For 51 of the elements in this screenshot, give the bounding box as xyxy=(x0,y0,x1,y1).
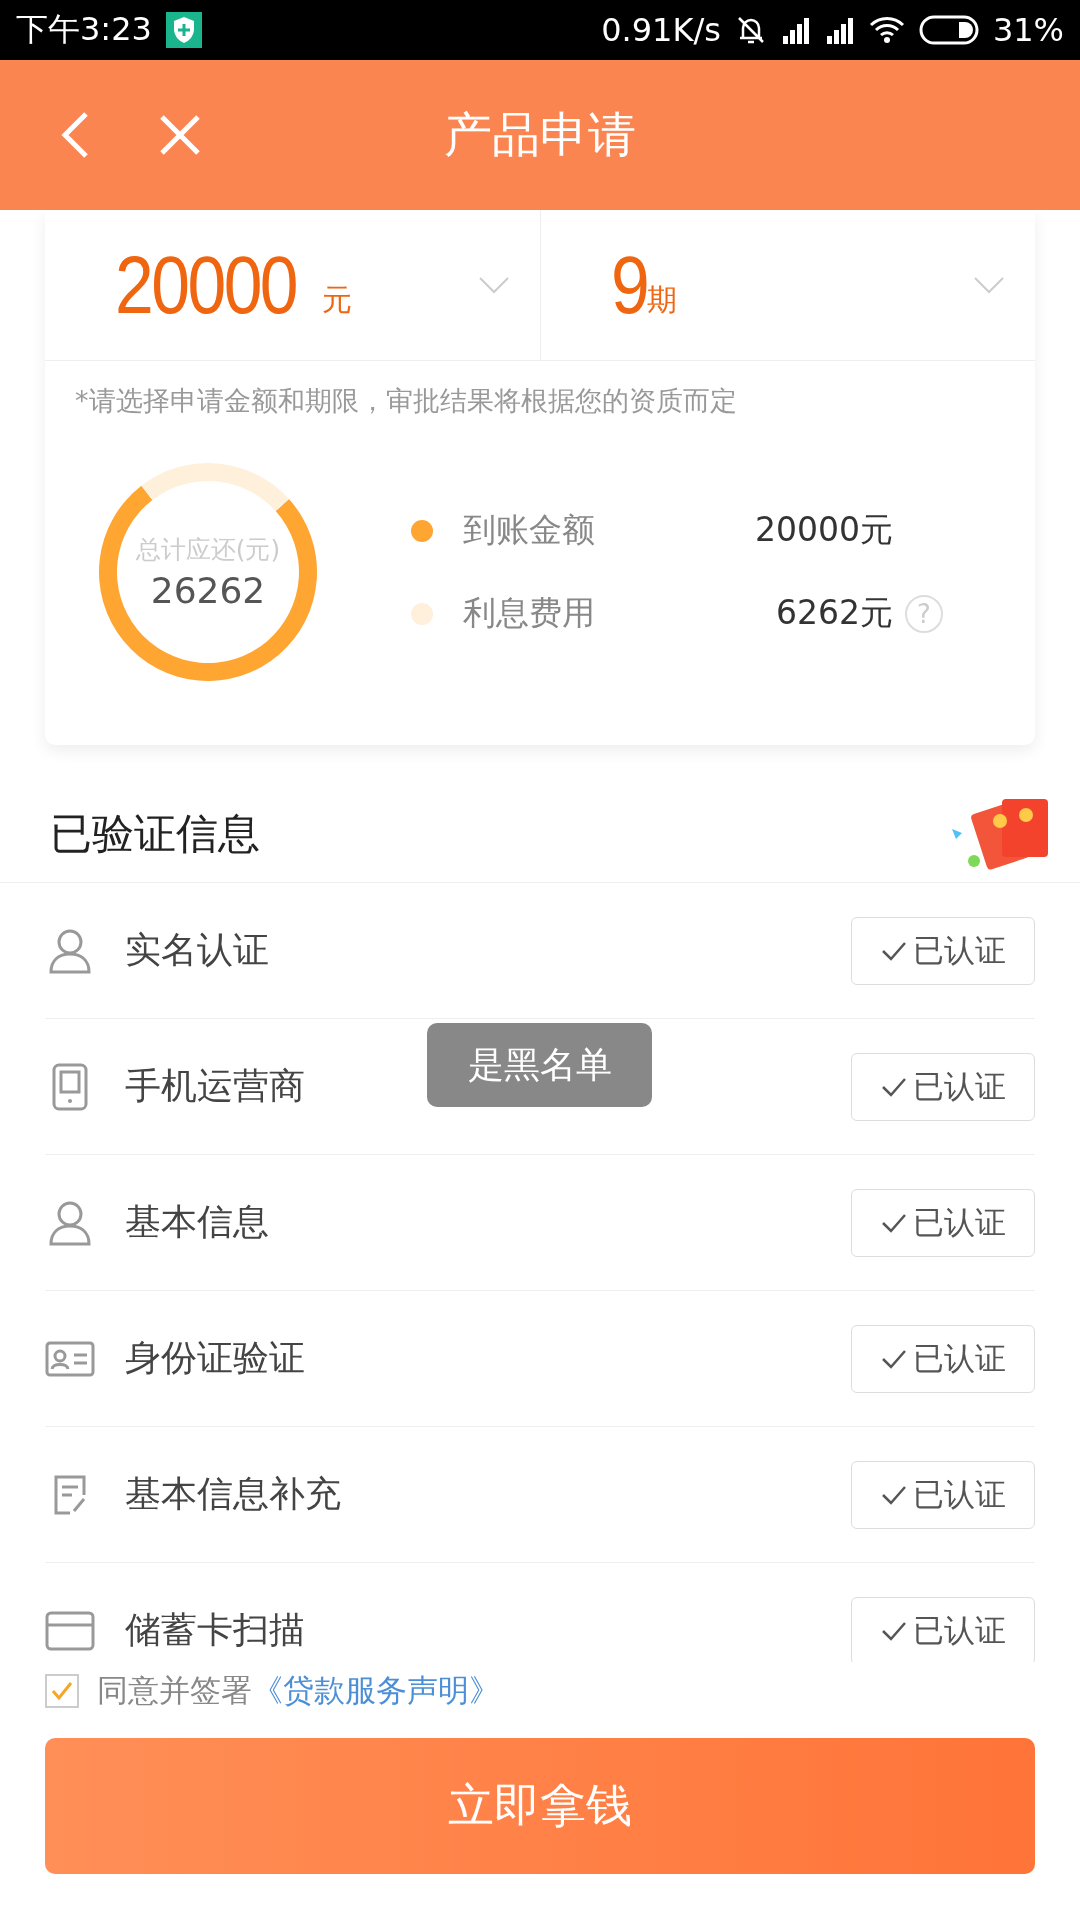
status-time: 下午3:23 xyxy=(16,9,152,50)
hint-text: *请选择申请金额和期限，审批结果将根据您的资质而定 xyxy=(74,384,738,418)
phone-icon xyxy=(52,1062,88,1111)
signal-icon xyxy=(780,16,811,44)
unit-label: 期 xyxy=(647,281,678,319)
check-icon xyxy=(880,1348,907,1369)
dropdown-caret-icon xyxy=(973,276,1005,294)
check-icon xyxy=(880,1212,907,1233)
selected-value: 9 xyxy=(610,238,647,332)
selected-value: 20000 xyxy=(115,238,297,332)
signal-icon xyxy=(824,16,855,44)
verification-label: 手机运营商 xyxy=(125,1064,305,1108)
back-icon xyxy=(60,110,90,160)
check-icon xyxy=(880,1076,907,1097)
close-icon xyxy=(158,113,202,157)
person-icon xyxy=(48,927,92,974)
verified-badge[interactable]: 已认证 xyxy=(851,1324,1035,1393)
verified-badge[interactable]: 已认证 xyxy=(851,916,1035,985)
shield-icon xyxy=(165,12,202,48)
page-title: 产品申请 xyxy=(443,105,637,164)
legend-label: 利息费用 xyxy=(463,592,596,634)
agree-checkbox[interactable] xyxy=(45,1674,79,1708)
check-icon xyxy=(51,1681,73,1701)
network-speed: 0.91K/s xyxy=(601,11,721,49)
verification-label: 储蓄卡扫描 xyxy=(125,1608,305,1652)
card-icon xyxy=(45,1610,95,1651)
agreement-text: 同意并签署 xyxy=(97,1671,252,1710)
legend-amount: 6262元 xyxy=(775,592,893,634)
dropdown-caret-icon xyxy=(477,276,510,294)
section-title: 已验证信息 xyxy=(50,807,260,860)
battery-percent: 31% xyxy=(992,11,1064,49)
wifi-icon xyxy=(868,16,905,44)
verification-label: 实名认证 xyxy=(125,928,269,972)
verification-label: 基本信息 xyxy=(125,1200,269,1244)
check-icon xyxy=(880,1484,907,1505)
person-icon xyxy=(48,1199,92,1246)
id-card-icon xyxy=(45,1340,95,1377)
verified-badge[interactable]: 已认证 xyxy=(851,1596,1035,1665)
total-value: 26262 xyxy=(150,570,266,611)
legend-amount: 20000元 xyxy=(754,509,893,551)
verification-label: 基本信息补充 xyxy=(125,1472,341,1516)
legend-label: 到账金额 xyxy=(463,509,596,551)
verified-badge[interactable]: 已认证 xyxy=(851,1052,1035,1121)
verified-badge[interactable]: 已认证 xyxy=(851,1188,1035,1257)
battery-icon xyxy=(918,15,979,45)
toast-message: 是黑名单 xyxy=(427,1023,652,1107)
unit-label: 元 xyxy=(322,280,353,319)
check-icon xyxy=(880,1620,907,1641)
check-icon xyxy=(880,940,907,961)
verification-label: 身份证验证 xyxy=(125,1336,305,1380)
verified-badge[interactable]: 已认证 xyxy=(851,1460,1035,1529)
